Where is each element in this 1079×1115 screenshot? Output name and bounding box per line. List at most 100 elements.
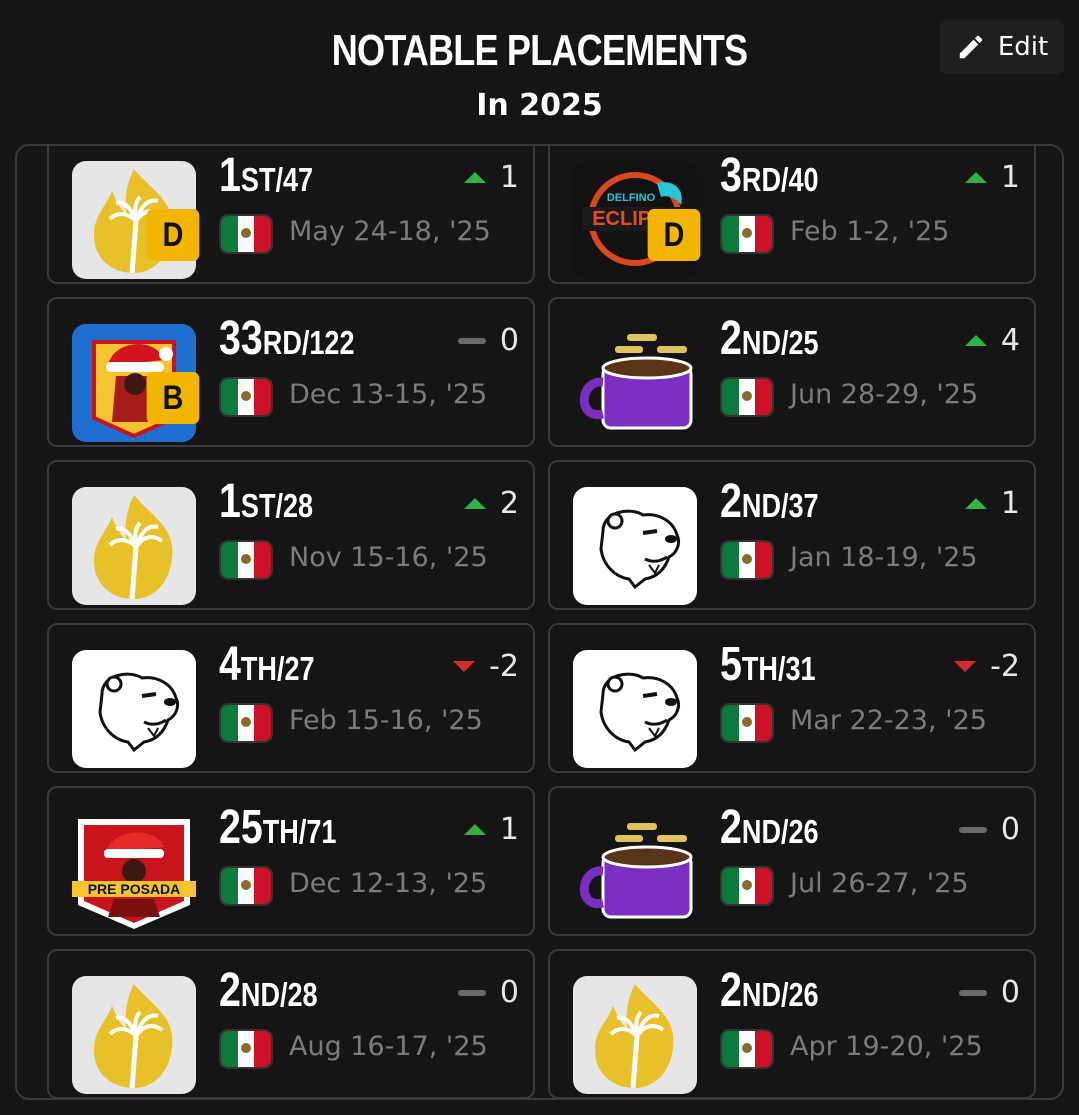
placement-number: 5	[720, 638, 742, 691]
mexico-flag-icon	[720, 703, 774, 743]
event-date: May 24-18, '25	[289, 216, 491, 247]
placement-suffix: ND/26	[741, 976, 819, 1013]
placement-card[interactable]: D 1ST/47 1 May 24-18, '25	[47, 146, 535, 284]
seed-delta-value: -2	[489, 649, 519, 684]
event-date: Dec 13-15, '25	[289, 379, 488, 410]
seed-delta-value: 0	[1000, 975, 1020, 1010]
seed-delta: 0	[958, 975, 1020, 1010]
placements-grid: D 1ST/47 1 May 24-18, '25 ECLIPSE DELFINO D 3RD…	[15, 144, 1064, 1100]
placement-suffix: ND/25	[741, 324, 819, 361]
placement-rank: 33RD/122	[219, 315, 355, 363]
event-logo	[573, 813, 697, 931]
placement-rank: 1ST/47	[219, 152, 313, 200]
seed-delta-value: 0	[499, 323, 519, 358]
placement-card[interactable]: PRE POSADA 25TH/71 1 Dec 12-13, '25	[47, 786, 535, 936]
seed-delta: 1	[463, 812, 519, 847]
mexico-flag-icon	[720, 214, 774, 254]
placement-suffix: ND/37	[741, 487, 819, 524]
placement-card[interactable]: 1ST/28 2 Nov 15-16, '25	[47, 460, 535, 610]
event-logo: PRE POSADA	[72, 813, 196, 931]
event-date: Feb 15-16, '25	[289, 705, 483, 736]
placement-number: 2	[720, 964, 742, 1017]
seed-delta-value: 1	[499, 812, 519, 847]
placement-card[interactable]: 5TH/31 -2 Mar 22-23, '25	[548, 623, 1036, 773]
trend-flat-icon	[958, 989, 987, 996]
placement-card[interactable]: 2ND/37 1 Jan 18-19, '25	[548, 460, 1036, 610]
seed-delta-value: 0	[499, 975, 519, 1010]
mexico-flag-icon	[720, 1029, 774, 1069]
placement-card[interactable]: 4TH/27 -2 Feb 15-16, '25	[47, 623, 535, 773]
mexico-flag-icon	[219, 1029, 273, 1069]
placement-card[interactable]: 2ND/28 0 Aug 16-17, '25	[47, 949, 535, 1098]
event-logo	[72, 976, 196, 1094]
event-date: Mar 22-23, '25	[790, 705, 987, 736]
placement-number: 2	[720, 801, 742, 854]
placement-suffix: RD/40	[741, 161, 819, 198]
event-date: Nov 15-16, '25	[289, 542, 488, 573]
placement-suffix: TH/27	[240, 650, 315, 687]
placement-suffix: TH/71	[262, 813, 337, 850]
edit-button[interactable]: Edit	[940, 20, 1064, 74]
placement-number: 3	[720, 149, 742, 202]
placement-number: 33	[219, 312, 263, 365]
event-logo	[72, 650, 196, 768]
tier-badge: D	[146, 209, 200, 261]
placement-rank: 1ST/28	[219, 478, 313, 526]
mexico-flag-icon	[720, 866, 774, 906]
trend-up-icon	[964, 172, 987, 183]
placement-card[interactable]: ECLIPSE DELFINO D 3RD/40 1 Feb 1-2, '25	[548, 146, 1036, 284]
trend-up-icon	[964, 335, 987, 346]
mexico-flag-icon	[219, 703, 273, 743]
event-date: Apr 19-20, '25	[790, 1031, 983, 1062]
placement-number: 2	[720, 475, 742, 528]
page-title: NOTABLE PLACEMENTS	[331, 26, 748, 75]
seed-delta: 1	[964, 486, 1020, 521]
seed-delta: 0	[958, 812, 1020, 847]
placement-suffix: ND/28	[240, 976, 318, 1013]
event-logo	[573, 487, 697, 605]
mexico-flag-icon	[720, 377, 774, 417]
placement-rank: 2ND/26	[720, 967, 819, 1015]
trend-down-icon	[954, 661, 977, 672]
placement-card[interactable]: B 33RD/122 0 Dec 13-15, '25	[47, 297, 535, 447]
seed-delta: 0	[457, 323, 519, 358]
seed-delta-value: 2	[499, 486, 519, 521]
placement-suffix: ST/28	[240, 487, 314, 524]
seed-delta-value: 1	[499, 160, 519, 195]
seed-delta-value: 1	[1000, 160, 1020, 195]
tier-badge: B	[146, 372, 200, 424]
placement-number: 1	[219, 475, 241, 528]
event-logo	[72, 487, 196, 605]
trend-flat-icon	[958, 826, 987, 833]
event-date: Aug 16-17, '25	[289, 1031, 488, 1062]
page-subtitle: In 2025	[476, 88, 603, 123]
tier-badge: D	[647, 209, 701, 261]
event-logo	[573, 976, 697, 1094]
event-date: Jan 18-19, '25	[790, 542, 978, 573]
placement-rank: 25TH/71	[219, 804, 336, 852]
trend-up-icon	[964, 498, 987, 509]
placement-rank: 4TH/27	[219, 641, 315, 689]
placement-suffix: RD/122	[262, 324, 355, 361]
seed-delta: 1	[964, 160, 1020, 195]
seed-delta: 1	[463, 160, 519, 195]
seed-delta: 4	[964, 323, 1020, 358]
event-date: Jul 26-27, '25	[790, 868, 969, 899]
placement-rank: 2ND/26	[720, 804, 819, 852]
placement-card[interactable]: 2ND/26 0 Jul 26-27, '25	[548, 786, 1036, 936]
svg-text:PRE POSADA: PRE POSADA	[88, 881, 181, 897]
trend-up-icon	[463, 172, 486, 183]
placement-suffix: TH/31	[741, 650, 816, 687]
placement-card[interactable]: 2ND/25 4 Jun 28-29, '25	[548, 297, 1036, 447]
placement-number: 4	[219, 638, 241, 691]
mexico-flag-icon	[219, 866, 273, 906]
seed-delta-value: 1	[1000, 486, 1020, 521]
seed-delta: 0	[457, 975, 519, 1010]
trend-up-icon	[463, 824, 486, 835]
seed-delta: -2	[954, 649, 1020, 684]
event-date: Feb 1-2, '25	[790, 216, 950, 247]
placement-rank: 3RD/40	[720, 152, 819, 200]
trend-flat-icon	[457, 989, 486, 996]
event-logo	[573, 324, 697, 442]
placement-card[interactable]: 2ND/26 0 Apr 19-20, '25	[548, 949, 1036, 1098]
